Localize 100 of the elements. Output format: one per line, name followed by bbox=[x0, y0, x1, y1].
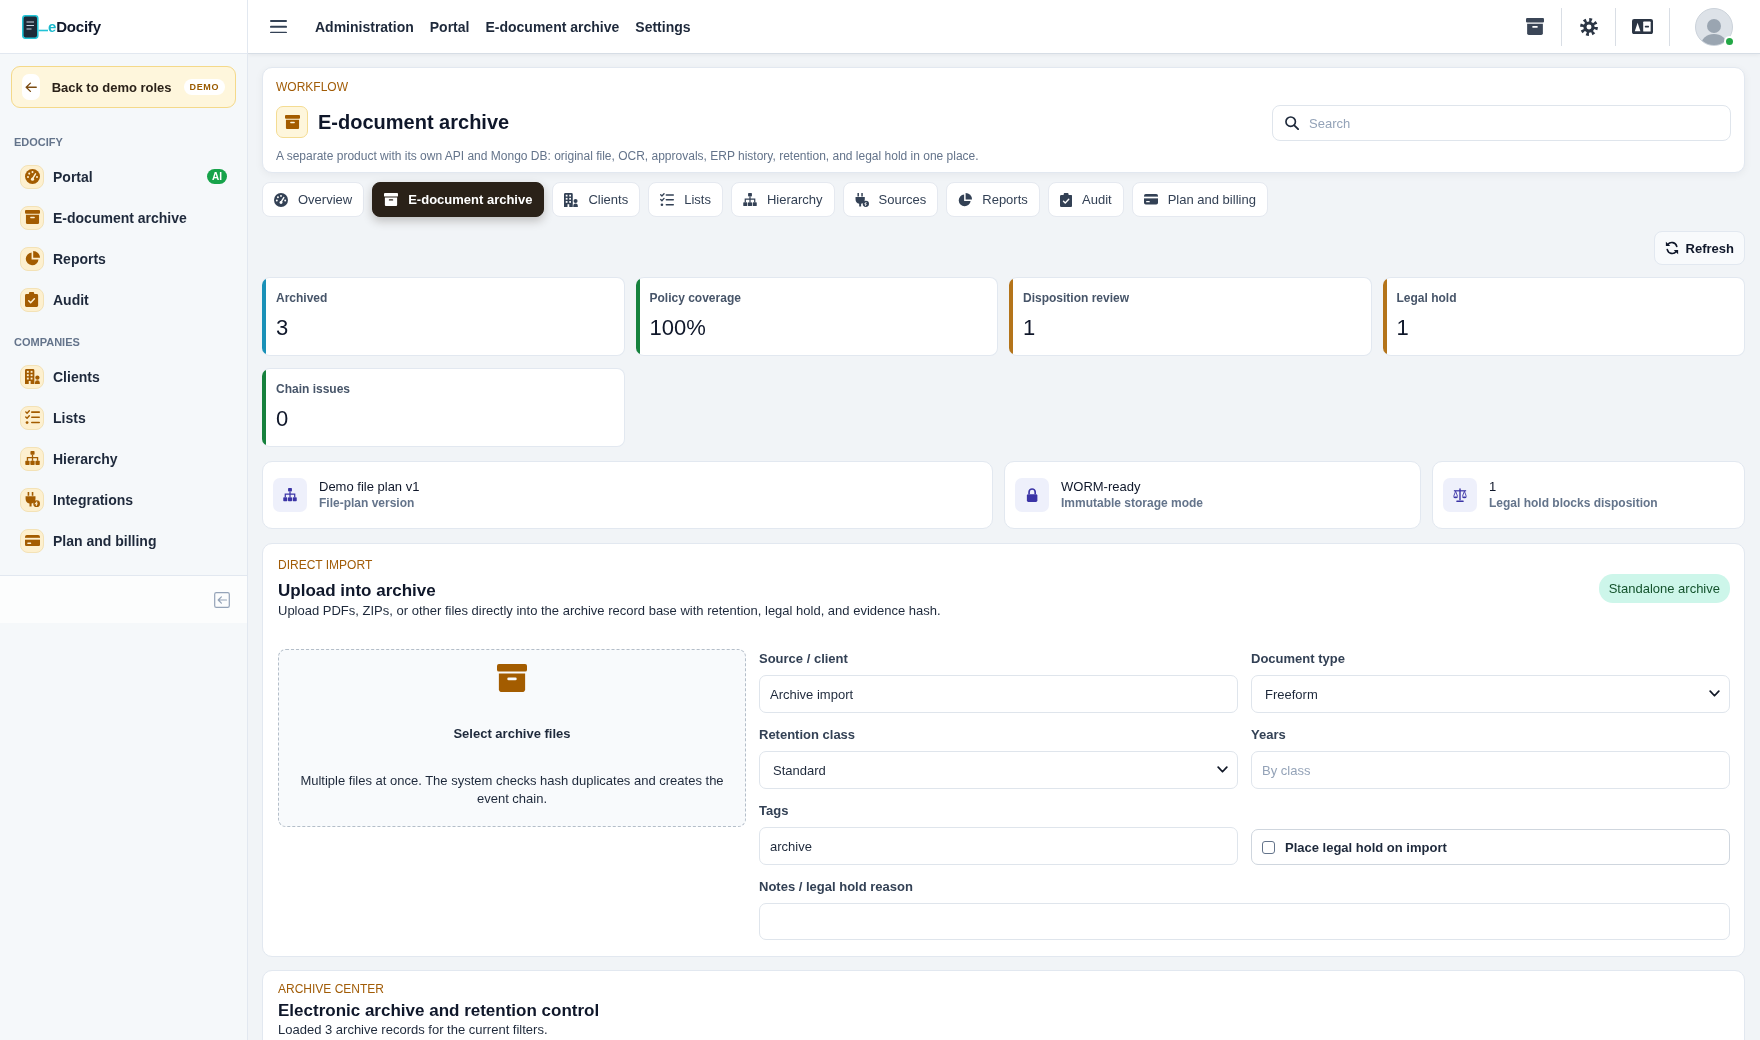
sitemap-icon bbox=[742, 192, 757, 207]
stat-value: 0 bbox=[276, 406, 290, 432]
mode-badge: Standalone archive bbox=[1598, 574, 1730, 603]
stat-value: 1 bbox=[1023, 315, 1037, 341]
credit-card-icon bbox=[1143, 194, 1158, 205]
item-badge: AI bbox=[207, 169, 227, 184]
checkbox[interactable] bbox=[1262, 840, 1275, 854]
sidebar-item[interactable]: Integrations bbox=[0, 479, 247, 520]
section-heading: EDOCIFY bbox=[13, 136, 64, 148]
section-description: Upload PDFs, ZIPs, or other files directly into the archive record base with retention, legal hold, and evidence hash. bbox=[278, 603, 942, 618]
sidebar-item[interactable]: Reports bbox=[0, 238, 247, 279]
tab[interactable]: Overview bbox=[262, 182, 365, 217]
checklist-icon bbox=[20, 405, 44, 430]
chevron-down-icon bbox=[1217, 766, 1228, 774]
page-description: A separate product with its own API and Mongo DB: original file, OCR, approvals, ERP history, retention, and legal hold in one place. bbox=[276, 149, 980, 165]
stat-label: Policy coverage bbox=[649, 291, 741, 305]
sidebar-item[interactable]: Hierarchy bbox=[0, 438, 247, 479]
nav-link[interactable]: E-document archive bbox=[485, 18, 620, 35]
field-label: Notes / legal hold reason bbox=[759, 879, 914, 895]
tab[interactable]: Hierarchy bbox=[730, 182, 835, 217]
sidebar-item[interactable]: Lists bbox=[0, 397, 247, 438]
stat-label: Chain issues bbox=[276, 382, 351, 396]
section-eyebrow: DIRECT IMPORT bbox=[278, 559, 374, 571]
select-field[interactable]: Freeform bbox=[1251, 675, 1730, 713]
field-label: Source / client bbox=[759, 651, 849, 667]
nav-link[interactable]: Portal bbox=[429, 18, 470, 35]
back-button[interactable]: Back to demo roles DEMO bbox=[11, 66, 236, 108]
gauge-icon bbox=[20, 164, 44, 189]
section-title: Upload into archive bbox=[278, 581, 437, 601]
archive-box-icon bbox=[276, 106, 308, 138]
section-title: Electronic archive and retention control bbox=[278, 1001, 601, 1021]
plug-icon bbox=[20, 487, 44, 512]
credit-card-icon bbox=[20, 528, 44, 553]
info-subtitle: Immutable storage mode bbox=[1061, 496, 1204, 511]
building-person-icon bbox=[20, 364, 44, 389]
chevron-down-icon bbox=[1709, 690, 1720, 698]
archive-box-icon bbox=[20, 205, 44, 230]
textarea-field[interactable] bbox=[759, 903, 1730, 940]
tab[interactable]: Sources bbox=[842, 182, 939, 217]
gauge-icon bbox=[274, 192, 288, 207]
info-title: 1 bbox=[1489, 479, 1498, 495]
page-title: E-document archive bbox=[318, 110, 510, 134]
stat-value: 3 bbox=[276, 315, 290, 341]
sidebar-item[interactable]: Clients bbox=[0, 356, 247, 397]
checkbox-option[interactable]: Place legal hold on import bbox=[1251, 829, 1730, 865]
refresh-icon bbox=[1664, 241, 1679, 255]
section-description: Loaded 3 archive records for the current filters. bbox=[278, 1022, 549, 1037]
tab[interactable]: Plan and billing bbox=[1131, 182, 1268, 217]
clipboard-check-icon bbox=[1059, 192, 1073, 207]
field-label: Years bbox=[1251, 727, 1287, 743]
pie-chart-icon bbox=[20, 246, 44, 271]
sidebar-item[interactable]: Portal AI bbox=[0, 156, 247, 197]
avatar[interactable] bbox=[1695, 7, 1733, 46]
stat-label: Legal hold bbox=[1396, 291, 1457, 305]
plug-icon bbox=[854, 192, 869, 207]
settings-icon[interactable] bbox=[1579, 17, 1598, 36]
stat-label: Disposition review bbox=[1023, 291, 1130, 305]
select-field[interactable]: Standard bbox=[759, 751, 1238, 789]
input-field[interactable]: archive bbox=[759, 827, 1238, 865]
info-subtitle: File-plan version bbox=[319, 496, 416, 511]
search-icon bbox=[1285, 116, 1299, 130]
archive-box-icon bbox=[384, 192, 399, 207]
drop-zone-description: Multiple files at once. The system checks hash duplicates and creates the event chain. bbox=[299, 772, 725, 809]
field-label: Document type bbox=[1251, 651, 1346, 667]
sidebar-item[interactable]: Plan and billing bbox=[0, 520, 247, 561]
sidebar-item[interactable]: Audit bbox=[0, 279, 247, 320]
field-label: Retention class bbox=[759, 727, 857, 743]
lock-icon bbox=[1015, 478, 1049, 512]
tab[interactable]: Lists bbox=[648, 182, 723, 217]
input-field[interactable]: Archive import bbox=[759, 675, 1238, 713]
file-drop-zone[interactable]: Select archive files Multiple files at once. The system checks hash duplicates and creates the event chain. bbox=[278, 649, 746, 827]
clipboard-check-icon bbox=[20, 287, 44, 312]
sitemap-icon bbox=[20, 446, 44, 471]
brand-name: eDocify bbox=[48, 18, 101, 35]
language-icon[interactable] bbox=[1632, 18, 1653, 35]
sitemap-icon bbox=[273, 478, 307, 512]
archive-box-icon bbox=[497, 664, 527, 693]
info-title: Demo file plan v1 bbox=[319, 479, 420, 495]
input-field[interactable]: By class bbox=[1251, 751, 1730, 789]
pie-chart-icon bbox=[958, 192, 973, 207]
arrow-left-icon bbox=[22, 74, 40, 100]
stat-label: Archived bbox=[276, 291, 328, 305]
info-title: WORM-ready bbox=[1061, 479, 1142, 495]
stat-value: 100% bbox=[649, 315, 707, 341]
checklist-icon bbox=[660, 192, 675, 207]
section-eyebrow: ARCHIVE CENTER bbox=[278, 983, 385, 995]
nav-link[interactable]: Settings bbox=[635, 18, 691, 35]
scale-icon bbox=[1443, 478, 1477, 512]
menu-icon[interactable] bbox=[270, 19, 287, 34]
tab[interactable]: E-document archive bbox=[372, 182, 545, 217]
nav-link[interactable]: Administration bbox=[315, 18, 414, 35]
tab[interactable]: Reports bbox=[946, 182, 1040, 217]
sidebar-item[interactable]: E-document archive bbox=[0, 197, 247, 238]
section-eyebrow: WORKFLOW bbox=[276, 81, 349, 93]
logo-icon bbox=[22, 14, 48, 39]
field-label: Tags bbox=[759, 803, 790, 819]
tab[interactable]: Clients bbox=[552, 182, 641, 217]
refresh-button[interactable]: Refresh bbox=[1653, 231, 1745, 265]
archive-box-icon[interactable] bbox=[1525, 18, 1544, 35]
tab[interactable]: Audit bbox=[1047, 182, 1124, 217]
